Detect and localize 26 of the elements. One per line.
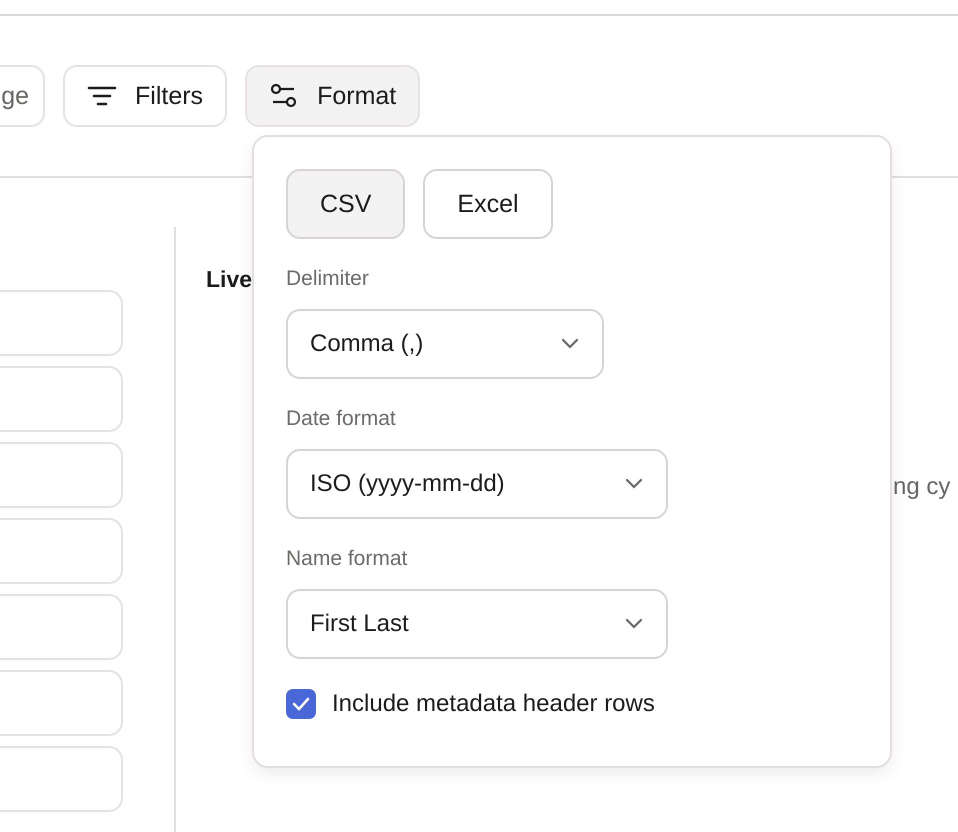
filters-button[interactable]: Filters xyxy=(63,65,228,127)
chevron-down-icon xyxy=(560,338,580,350)
list-card[interactable] xyxy=(0,670,123,736)
check-icon xyxy=(291,696,311,712)
list-card[interactable] xyxy=(0,290,123,356)
format-option[interactable]: CSV xyxy=(286,169,406,239)
list-card[interactable] xyxy=(0,518,123,584)
chevron-down-icon xyxy=(624,478,644,490)
format-option[interactable]: Excel xyxy=(423,169,553,239)
toolbar-button[interactable]: ge xyxy=(0,65,45,127)
list-card[interactable] xyxy=(0,442,123,508)
list-card[interactable] xyxy=(0,366,123,432)
chevron-down-icon xyxy=(624,618,644,630)
dropdown[interactable]: First Last xyxy=(286,589,668,659)
format-button[interactable]: Format xyxy=(245,65,420,127)
dropdown[interactable]: ISO (yyyy-mm-dd) xyxy=(286,449,668,519)
section-heading: Live xyxy=(206,266,252,293)
checkbox[interactable] xyxy=(286,689,316,719)
list-card[interactable] xyxy=(0,746,123,812)
field-label: Delimiter xyxy=(286,267,370,291)
dropdown[interactable]: Comma (,) xyxy=(286,309,604,379)
body-text: ng cy xyxy=(893,473,950,501)
field-label: Name format xyxy=(286,547,408,571)
field-label: Date format xyxy=(286,407,397,431)
checkbox-label: Include metadata header rows xyxy=(332,690,655,718)
list-card[interactable] xyxy=(0,594,123,660)
